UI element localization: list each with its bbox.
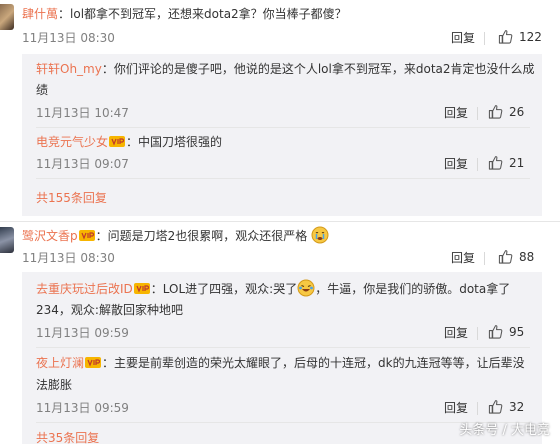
reply-button[interactable]: 回复 [451, 30, 475, 46]
reply-text: 夜上灯澜 ：主要是前辈创造的荣光太耀眼了，后母的十连冠，dk的九连冠等等，让后辈没 [36, 354, 525, 372]
reply-body: ：你们评论的是傻子吧，他说的是这个人lol拿不到冠军，来dota2肯定也没什么成 [101, 62, 535, 76]
comment-author[interactable]: 肆什萬 [22, 7, 58, 21]
like-count: 26 [509, 105, 525, 119]
like-button[interactable]: 26 [488, 104, 524, 120]
separator [477, 402, 478, 415]
divider [36, 127, 530, 128]
reply-button[interactable]: 回复 [451, 250, 475, 266]
separator [477, 158, 478, 171]
comment-time: 11月13日 08:30 [22, 251, 115, 265]
comment-1: 肆什萬：lol都拿不到冠军，还想来dota2拿？你当棒子都傻？ 11月13日 0… [0, 0, 560, 222]
reply-author[interactable]: 夜上灯澜 [36, 356, 84, 370]
like-button[interactable]: 32 [488, 399, 524, 415]
separator [477, 327, 478, 340]
reply-text: 电竞元气少女 ：中国刀塔很强的 [36, 133, 222, 151]
separator [484, 252, 485, 265]
avatar[interactable] [0, 227, 14, 253]
reply-time: 11月13日 09:07 [36, 157, 129, 171]
avatar[interactable] [0, 4, 14, 30]
thumbs-up-icon [498, 249, 513, 264]
thumbs-up-icon [498, 29, 513, 44]
vip-badge-icon [109, 136, 126, 147]
more-replies-link[interactable]: 共155条回复 [36, 190, 107, 206]
vip-badge-icon [78, 230, 95, 241]
divider [36, 347, 530, 348]
reply-button[interactable]: 回复 [444, 400, 468, 416]
like-count: 21 [509, 156, 525, 170]
comment-author[interactable]: 鹭沢文香p [22, 229, 78, 243]
reply-button[interactable]: 回复 [444, 156, 468, 172]
comment-body: ：问题是刀塔2也很累啊，观众还很严格 [95, 229, 308, 243]
reply-text: 轩轩Oh_my：你们评论的是傻子吧，他说的是这个人lol拿不到冠军，来dota2… [36, 60, 535, 78]
watermark: 头条号 / 大电竞 [459, 423, 550, 438]
comment-time: 11月13日 08:30 [22, 31, 115, 45]
thumbs-up-icon [488, 104, 503, 119]
crying-laughing-emoji-icon [297, 279, 315, 297]
reply-body: ：LOL进了四强，观众:哭了 [150, 282, 298, 296]
reply-list: 轩轩Oh_my：你们评论的是傻子吧，他说的是这个人lol拿不到冠军，来dota2… [22, 54, 542, 216]
comment-2: 鹭沢文香p ：问题是刀塔2也很累啊，观众还很严格 11月13日 08:30 回复 … [0, 222, 560, 445]
separator [484, 32, 485, 45]
crying-emoji-icon [311, 226, 329, 244]
like-count: 95 [509, 325, 525, 339]
comment-text: 肆什萬：lol都拿不到冠军，还想来dota2拿？你当棒子都傻？ [22, 5, 347, 23]
like-button[interactable]: 88 [498, 249, 534, 265]
reply-button[interactable]: 回复 [444, 325, 468, 341]
reply-time: 11月13日 09:59 [36, 401, 129, 415]
divider [36, 422, 530, 423]
reply-text-cont: 绩 [36, 83, 49, 97]
like-button[interactable]: 21 [488, 155, 524, 171]
like-count: 122 [519, 30, 542, 44]
comment-body: ：lol都拿不到冠军，还想来dota2拿？你当棒子都傻？ [58, 7, 347, 21]
vip-badge-icon [133, 283, 150, 294]
reply-body: ：中国刀塔很强的 [126, 135, 223, 149]
reply-author[interactable]: 去重庆玩过后改ID [36, 282, 133, 296]
like-count: 88 [519, 250, 535, 264]
reply-author[interactable]: 轩轩Oh_my [36, 62, 102, 76]
reply-time: 11月13日 09:59 [36, 326, 129, 340]
vip-badge-icon [85, 357, 102, 368]
like-button[interactable]: 122 [498, 29, 542, 45]
like-button[interactable]: 95 [488, 324, 524, 340]
divider [36, 178, 530, 179]
reply-text-cont: 234，观众:解散回家种地吧 [36, 303, 183, 317]
separator [477, 107, 478, 120]
reply-text: 去重庆玩过后改ID ：LOL进了四强，观众:哭了 ，牛逼，你是我们的骄傲。dota拿… [36, 279, 510, 298]
comment-text: 鹭沢文香p ：问题是刀塔2也很累啊，观众还很严格 [22, 226, 329, 245]
reply-text-cont: 法膨胀 [36, 378, 73, 392]
reply-body: ：主要是前辈创造的荣光太耀眼了，后母的十连冠，dk的九连冠等等，让后辈没 [102, 356, 525, 370]
reply-body-cont: ，牛逼，你是我们的骄傲。dota拿了 [315, 282, 511, 296]
reply-time: 11月13日 10:47 [36, 106, 129, 120]
reply-button[interactable]: 回复 [444, 105, 468, 121]
like-count: 32 [509, 400, 525, 414]
thumbs-up-icon [488, 155, 503, 170]
reply-author[interactable]: 电竞元气少女 [36, 135, 108, 149]
thumbs-up-icon [488, 399, 503, 414]
thumbs-up-icon [488, 324, 503, 339]
